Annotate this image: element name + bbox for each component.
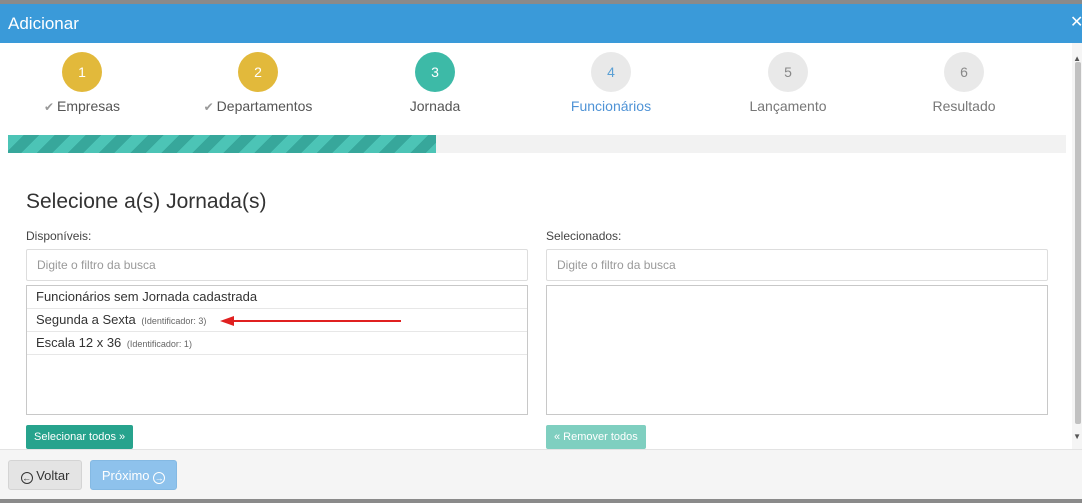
step-number: 2 <box>238 52 278 92</box>
step-number: 6 <box>944 52 984 92</box>
annotation-arrow-icon <box>220 316 401 326</box>
item-identifier: (Identificador: 3) <box>141 316 207 326</box>
modal-footer: ← Voltar Próximo → <box>0 449 1082 499</box>
step-empresas[interactable]: 1 ✔ Empresas <box>0 52 167 114</box>
select-all-button[interactable]: Selecionar todos » <box>26 425 134 449</box>
step-jornada[interactable]: 3 Jornada <box>350 52 520 114</box>
step-number: 3 <box>415 52 455 92</box>
close-icon[interactable]: ✕ <box>1070 14 1082 32</box>
add-modal: Adicionar ✕ ▲ ▼ 1 ✔ Empresas 2 ✔ Departame… <box>0 4 1082 499</box>
step-label: Departamentos <box>216 98 313 114</box>
arrow-left-circle-icon: ← <box>20 472 33 484</box>
selected-filter-input[interactable] <box>546 249 1048 281</box>
scrollbar-thumb[interactable] <box>1075 62 1081 424</box>
next-button[interactable]: Próximo → <box>90 460 177 490</box>
step-label: Resultado <box>932 98 996 114</box>
back-button[interactable]: ← Voltar <box>8 460 82 490</box>
available-filter-input[interactable] <box>26 249 528 281</box>
step-label: Lançamento <box>749 98 827 114</box>
scroll-down-icon[interactable]: ▼ <box>1073 432 1081 441</box>
list-item[interactable]: Funcionários sem Jornada cadastrada <box>27 286 527 309</box>
next-button-label: Próximo <box>101 468 150 483</box>
step-departamentos[interactable]: 2 ✔ Departamentos <box>173 52 343 114</box>
step-number: 5 <box>768 52 808 92</box>
remove-all-button[interactable]: « Remover todos <box>546 425 646 449</box>
section-title: Selecione a(s) Jornada(s) <box>26 190 267 213</box>
back-button-label: Voltar <box>36 468 70 483</box>
item-name: Escala 12 x 36 <box>36 335 122 350</box>
step-number: 4 <box>591 52 631 92</box>
item-name: Funcionários sem Jornada cadastrada <box>36 289 258 304</box>
step-label: Jornada <box>409 98 461 114</box>
step-resultado[interactable]: 6 Resultado <box>879 52 1049 114</box>
selected-list[interactable] <box>546 285 1048 415</box>
check-icon: ✔ <box>203 100 214 114</box>
step-number: 1 <box>62 52 102 92</box>
check-icon: ✔ <box>43 100 55 114</box>
progress-fill <box>8 135 437 153</box>
modal-title: Adicionar <box>8 14 79 33</box>
list-item[interactable]: Escala 12 x 36 (Identificador: 1) <box>27 332 527 355</box>
step-funcionarios[interactable]: 4 Funcionários <box>526 52 696 114</box>
item-name: Segunda a Sexta <box>36 312 136 327</box>
available-list[interactable]: Funcionários sem Jornada cadastrada Segu… <box>26 285 528 415</box>
wizard-stepper: 1 ✔ Empresas 2 ✔ Departamentos 3 Jornada 4… <box>0 52 1072 114</box>
item-identifier: (Identificador: 1) <box>126 339 192 349</box>
wizard-progress-bar <box>8 135 1066 153</box>
available-label: Disponíveis: <box>26 229 92 243</box>
selected-label: Selecionados: <box>546 229 622 243</box>
step-label: Empresas <box>57 98 121 114</box>
step-lancamento[interactable]: 5 Lançamento <box>703 52 873 114</box>
arrow-right-circle-icon: → <box>153 472 166 484</box>
modal-header: Adicionar ✕ <box>0 4 1082 43</box>
step-label: Funcionários <box>570 98 652 114</box>
